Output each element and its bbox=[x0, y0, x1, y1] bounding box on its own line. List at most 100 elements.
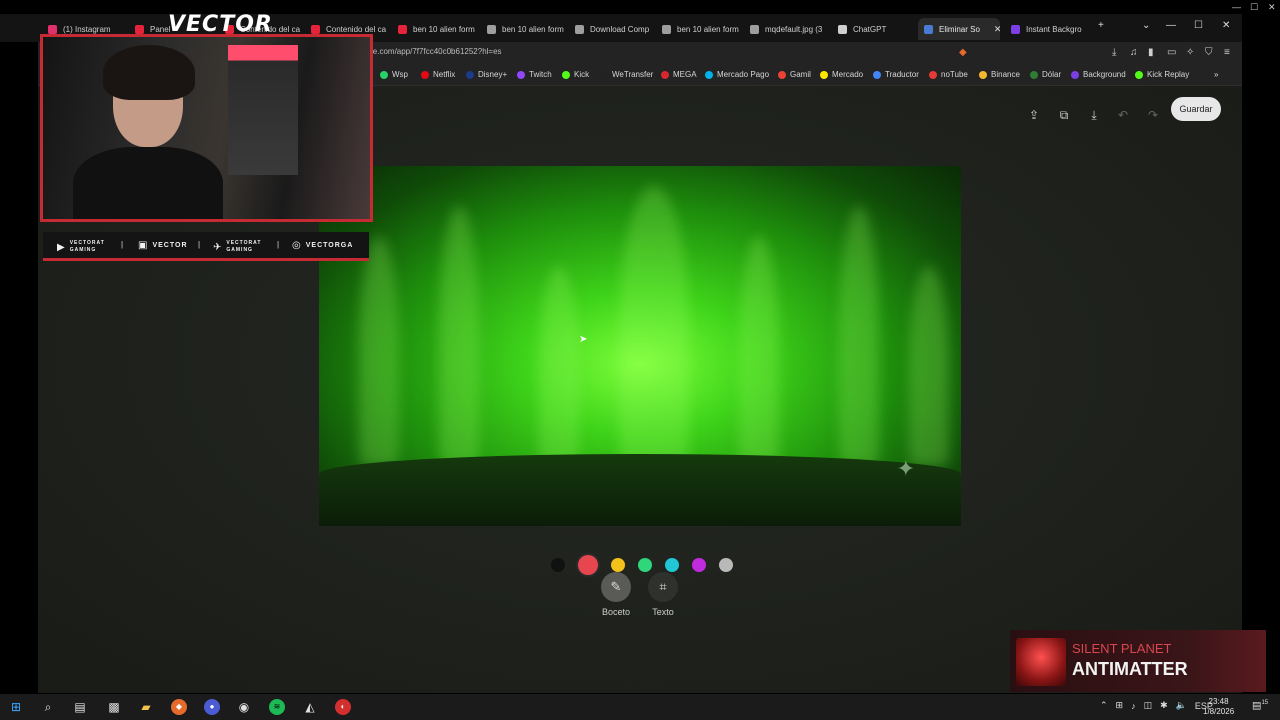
bookmark-item[interactable]: Kick Replay bbox=[1135, 70, 1189, 79]
tab-favicon-icon bbox=[398, 24, 407, 34]
close-icon[interactable]: ✕ bbox=[1268, 2, 1276, 13]
clock-date: 1/8/2026 bbox=[1203, 707, 1235, 716]
bookmark-item[interactable]: Kick bbox=[562, 70, 589, 79]
mode-sketch[interactable]: ✎ Boceto bbox=[596, 572, 636, 617]
close-window-icon[interactable]: ✕ bbox=[1222, 20, 1230, 31]
bookmark-favicon-icon bbox=[820, 70, 828, 79]
social-twitter-line1: VECTORAT bbox=[226, 240, 262, 246]
volume-icon[interactable]: 🔈 bbox=[1176, 700, 1187, 711]
bookmark-label: Traductor bbox=[885, 70, 919, 79]
bookmark-item[interactable]: Wsp bbox=[380, 70, 408, 79]
url-field[interactable]: le.com/app/7f7fcc40c0b61252?hl=es bbox=[371, 47, 502, 56]
bookmark-label: Background bbox=[1083, 70, 1126, 79]
bookmark-item[interactable]: Binance bbox=[979, 70, 1020, 79]
bookmark-item[interactable]: Gamil bbox=[778, 70, 811, 79]
browser-tab[interactable]: Eliminar So ✕ bbox=[918, 18, 1000, 40]
new-tab-button[interactable]: + bbox=[1098, 20, 1104, 31]
redo-icon[interactable]: ↷ bbox=[1145, 107, 1161, 123]
brave-browser-icon[interactable]: ◆ bbox=[171, 699, 187, 715]
bookmark-item[interactable]: WeTransfer bbox=[600, 70, 653, 79]
browser-tab[interactable]: mqdefault.jpg (3 bbox=[750, 18, 830, 40]
mode-sketch-label: Boceto bbox=[601, 607, 631, 617]
color-swatch[interactable] bbox=[578, 555, 598, 575]
bookmark-label: MEGA bbox=[673, 70, 697, 79]
color-palette bbox=[551, 555, 733, 575]
tab-favicon-icon bbox=[487, 24, 496, 34]
media-icon[interactable]: ♫ bbox=[1130, 47, 1138, 58]
sidebar-icon[interactable]: ▮ bbox=[1148, 47, 1154, 58]
browser-tab[interactable]: ben 10 alien form bbox=[487, 18, 567, 40]
browser-tab[interactable]: ChatGPT bbox=[838, 18, 910, 40]
file-explorer-icon[interactable]: ▰ bbox=[138, 699, 154, 715]
spotify-icon[interactable]: ≋ bbox=[269, 699, 285, 715]
bluetooth-icon[interactable]: ✱ bbox=[1160, 700, 1168, 711]
bookmark-item[interactable]: Background bbox=[1071, 70, 1126, 79]
browser-tab[interactable]: Download Comp bbox=[575, 18, 655, 40]
bookmark-label: Wsp bbox=[392, 70, 408, 79]
browser-tab[interactable]: ben 10 alien form bbox=[398, 18, 478, 40]
tab-close-icon[interactable]: ✕ bbox=[994, 24, 1000, 35]
maximize-icon[interactable]: ☐ bbox=[1250, 2, 1258, 13]
bookmark-favicon-icon bbox=[1135, 70, 1143, 79]
bookmark-label: Twitch bbox=[529, 70, 552, 79]
color-swatch[interactable] bbox=[611, 558, 625, 572]
maximize-icon[interactable]: ☐ bbox=[1194, 20, 1203, 31]
minimize-icon[interactable]: — bbox=[1166, 20, 1176, 31]
bookmark-favicon-icon bbox=[873, 70, 881, 79]
ai-icon[interactable]: ✧ bbox=[1186, 47, 1194, 58]
download-icon[interactable]: ⤓ bbox=[1112, 47, 1116, 58]
mode-text[interactable]: ⌗ Texto bbox=[643, 572, 683, 617]
text-frame-icon: ⌗ bbox=[648, 572, 678, 602]
wallet-icon[interactable]: ▭ bbox=[1167, 47, 1176, 58]
bookmark-item[interactable]: Netflix bbox=[421, 70, 455, 79]
minimize-icon[interactable]: — bbox=[1232, 2, 1241, 12]
microphone-icon[interactable]: ♪ bbox=[1131, 701, 1136, 711]
obs-app-icon[interactable]: ◭ bbox=[302, 699, 318, 715]
now-playing-widget: SILENT PLANET ANTIMATTER bbox=[1010, 630, 1266, 692]
bookmark-item[interactable]: Traductor bbox=[873, 70, 919, 79]
now-playing-artist: SILENT PLANET bbox=[1072, 641, 1172, 656]
color-swatch[interactable] bbox=[551, 558, 565, 572]
chevron-down-icon[interactable]: ⌄ bbox=[1142, 20, 1150, 31]
undo-icon[interactable]: ↶ bbox=[1115, 107, 1131, 123]
bookmark-item[interactable]: Dólar bbox=[1030, 70, 1061, 79]
network-icon[interactable]: ⊞ bbox=[1116, 700, 1124, 711]
app-icon[interactable]: ▩ bbox=[106, 699, 122, 715]
bookmark-item[interactable]: Mercado Pago bbox=[705, 70, 769, 79]
sketch-icon: ✎ bbox=[601, 572, 631, 602]
save-button[interactable]: Guardar bbox=[1171, 97, 1221, 121]
download-image-icon[interactable]: ⤓ bbox=[1086, 107, 1102, 123]
browser-tab[interactable]: ben 10 alien form bbox=[662, 18, 742, 40]
color-swatch[interactable] bbox=[665, 558, 679, 572]
windows-start-icon[interactable]: ⊞ bbox=[8, 699, 24, 715]
color-swatch[interactable] bbox=[719, 558, 733, 572]
search-icon[interactable]: ⌕ bbox=[40, 699, 56, 715]
steam-icon[interactable]: ◉ bbox=[236, 699, 252, 715]
brave-shield-icon[interactable]: ◆ bbox=[959, 47, 967, 58]
task-view-icon[interactable]: ▤ bbox=[72, 699, 88, 715]
vpn-icon[interactable]: ⛉ bbox=[1205, 47, 1213, 58]
browser-tab[interactable]: Instant Backgro bbox=[1011, 18, 1091, 40]
notification-icon[interactable]: ▤15 bbox=[1252, 700, 1268, 711]
share-icon[interactable]: ⇪ bbox=[1026, 107, 1042, 123]
bookmark-item[interactable]: MEGA bbox=[661, 70, 697, 79]
social-youtube-line2: GAMING bbox=[69, 247, 97, 253]
camera-icon[interactable]: ◫ bbox=[1144, 700, 1153, 711]
copy-icon[interactable]: ⧉ bbox=[1056, 107, 1072, 123]
bookmark-item[interactable]: Disney+ bbox=[466, 70, 507, 79]
bookmark-item[interactable]: Mercado bbox=[820, 70, 863, 79]
color-swatch[interactable] bbox=[692, 558, 706, 572]
color-swatch[interactable] bbox=[638, 558, 652, 572]
chevron-up-icon[interactable]: ⌃ bbox=[1100, 700, 1108, 711]
clock[interactable]: 23:48 1/8/2026 bbox=[1203, 697, 1234, 717]
bookmark-favicon-icon bbox=[421, 70, 429, 79]
more-bookmarks-icon[interactable]: » bbox=[1214, 70, 1218, 79]
discord-icon[interactable]: ● bbox=[204, 699, 220, 715]
bookmark-favicon-icon bbox=[517, 70, 525, 79]
menu-icon[interactable]: ≡ bbox=[1224, 47, 1230, 58]
social-youtube-line1: VECTORAT bbox=[69, 240, 105, 246]
bookmark-item[interactable]: Twitch bbox=[517, 70, 552, 79]
recording-app-icon[interactable]: ◐ bbox=[335, 699, 351, 715]
image-canvas[interactable]: ✦ ➤ bbox=[319, 166, 961, 526]
bookmark-item[interactable]: noTube bbox=[929, 70, 968, 79]
